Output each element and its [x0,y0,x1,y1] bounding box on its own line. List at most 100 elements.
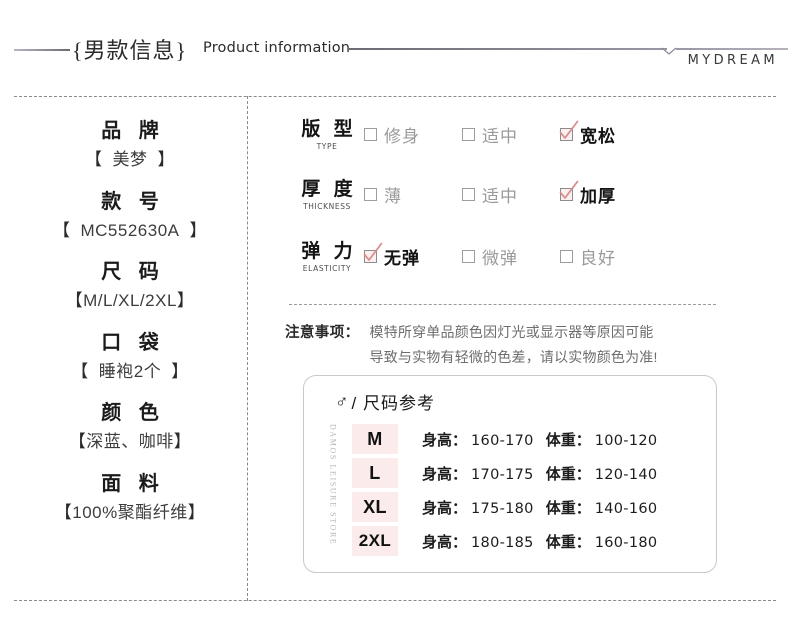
attribute-row-elasticity: 弹 力 ELASTICITY 无弹 微弹 良好 [290,240,616,286]
checkbox-unchecked-icon[interactable] [364,188,377,201]
attribute-options-elasticity: 无弹 微弹 良好 [363,240,616,269]
table-row: L 身高： 170-175 体重： 120-140 [352,456,702,490]
divider-bottom [14,600,776,601]
spec-value-text: 100%聚酯纤维 [72,502,188,522]
size-tag: L [352,458,398,488]
header-rule-left [14,49,70,51]
checkbox-option-thin[interactable]: 薄 [364,182,462,207]
attribute-label-thickness: 厚 度 THICKNESS [290,178,364,211]
checkbox-option-medium[interactable]: 适中 [462,182,560,207]
checkbox-option-good-stretch[interactable]: 良好 [560,244,616,269]
page-title-en: Product information [203,40,351,56]
bracket-open: 【 [52,220,71,240]
weight-label: 体重： [545,499,591,517]
bracket-close: 】 [187,502,206,522]
male-symbol-icon: ♂ [335,391,350,411]
spec-value: 【深蓝、咖啡】 [14,429,246,455]
attribute-row-thickness: 厚 度 THICKNESS 薄 适中 加厚 [290,178,616,224]
bracket-open: 【 [54,502,73,522]
size-tag: M [352,424,398,454]
height-value: 175-180 [471,500,534,517]
page-header: {男款信息} Product information MYDREAM [0,0,790,90]
checkbox-unchecked-icon[interactable] [462,250,475,263]
spec-item-pocket: 口 袋 【睡袍2个】 [14,330,246,385]
attribute-row-type: 版 型 TYPE 修身 适中 宽松 [290,118,616,164]
checkbox-unchecked-icon[interactable] [560,250,573,263]
size-measurements: 身高： 160-170 体重： 100-120 [422,429,657,450]
weight-value: 140-160 [594,500,658,517]
size-reference-heading-text: / 尺码参考 [351,394,435,413]
spec-title: 款 号 [101,190,165,213]
spec-value-text: 深蓝、咖啡 [86,432,174,451]
spec-item-size: 尺 码 【M/L/XL/2XL】 [14,259,246,314]
checkbox-label: 无弹 [384,249,420,268]
spec-value-text: M/L/XL/2XL [83,291,177,310]
checkbox-label: 加厚 [580,187,616,206]
bracket-open: 【 [68,432,87,451]
notice-label: 注意事项： [285,325,360,341]
checkbox-label: 适中 [482,187,518,206]
height-value: 160-170 [471,432,534,449]
height-label: 身高： [422,431,468,449]
checkbox-unchecked-icon[interactable] [462,128,475,141]
spec-title: 面 料 [101,472,165,495]
attribute-label-cn: 弹 力 [301,241,357,262]
spec-value: 【 MC552630A 】 [14,218,246,244]
weight-value: 100-120 [594,432,658,449]
height-label: 身高： [422,533,468,551]
checkbox-unchecked-icon[interactable] [462,188,475,201]
spec-list: 品 牌 【美梦】 款 号 【 MC552630A 】 尺 码 【M/L/XL/2XL… [14,104,246,596]
attribute-label-elasticity: 弹 力 ELASTICITY [290,240,364,273]
checkbox-option-loose[interactable]: 宽松 [559,120,616,147]
bracket-close: 】 [189,220,207,240]
notice-line-2: 导致与实物有轻微的色差，请以实物颜色为准! [369,348,658,365]
checkbox-option-thick[interactable]: 加厚 [559,180,616,207]
checkbox-unchecked-icon[interactable] [364,128,377,141]
weight-label: 体重： [545,533,591,551]
checkbox-option-slight-stretch[interactable]: 微弹 [462,244,560,269]
spec-value-text: 美梦 [112,150,148,169]
spec-value-text: MC552630A [80,220,180,240]
bracket-open: 【 [71,361,89,381]
spec-item-style-number: 款 号 【 MC552630A 】 [14,189,246,244]
bracket-open: 【 [65,291,84,310]
bracket-close: 】 [157,150,175,169]
bracket-close: 】 [171,361,189,381]
checkbox-label: 良好 [580,249,616,268]
size-measurements: 身高： 170-175 体重： 120-140 [422,463,657,484]
notice-body: 模特所穿单品颜色因灯光或显示器等原因可能 导致与实物有轻微的色差，请以实物颜色为… [370,320,658,369]
notice-block: 注意事项： 模特所穿单品颜色因灯光或显示器等原因可能 导致与实物有轻微的色差，请… [285,320,755,369]
checkbox-checked-icon[interactable] [559,180,579,201]
checkbox-option-no-stretch[interactable]: 无弹 [363,242,462,269]
attribute-options-type: 修身 适中 宽松 [364,118,616,147]
page-title-cn: {男款信息} [72,38,188,63]
size-tag: XL [352,492,398,522]
bracket-close: 】 [176,291,195,310]
weight-label: 体重： [545,465,591,483]
size-reference-card: ♂ / 尺码参考 DAMOS LEISURE STORE M 身高： 160-17… [303,375,717,573]
spec-item-brand: 品 牌 【美梦】 [14,118,246,173]
attribute-options-thickness: 薄 适中 加厚 [364,178,616,207]
size-reference-heading: ♂ / 尺码参考 [335,389,435,414]
spec-item-color: 颜 色 【深蓝、咖啡】 [14,400,246,455]
spec-value: 【美梦】 [14,147,246,173]
height-label: 身高： [422,499,468,517]
checkbox-option-slim[interactable]: 修身 [364,122,462,147]
notice-line-1: 模特所穿单品颜色因灯光或显示器等原因可能 [369,324,654,340]
checkbox-option-regular[interactable]: 适中 [462,122,560,147]
spec-title: 口 袋 [101,331,165,354]
checkbox-label: 微弹 [482,249,518,268]
header-rule-right [348,48,667,50]
table-row: XL 身高： 175-180 体重： 140-160 [352,490,702,524]
weight-label: 体重： [545,431,591,449]
checkbox-checked-icon[interactable] [363,242,383,263]
checkbox-label: 修身 [384,127,420,146]
checkbox-checked-icon[interactable] [559,120,579,141]
attribute-label-en: ELASTICITY [302,263,352,273]
attribute-label-en: THICKNESS [303,201,351,211]
chevron-down-icon [661,44,677,60]
attribute-label-cn: 厚 度 [301,179,357,200]
spec-title: 颜 色 [101,402,165,424]
spec-item-fabric: 面 料 【100%聚酯纤维】 [14,471,246,526]
size-tag: 2XL [352,526,398,556]
